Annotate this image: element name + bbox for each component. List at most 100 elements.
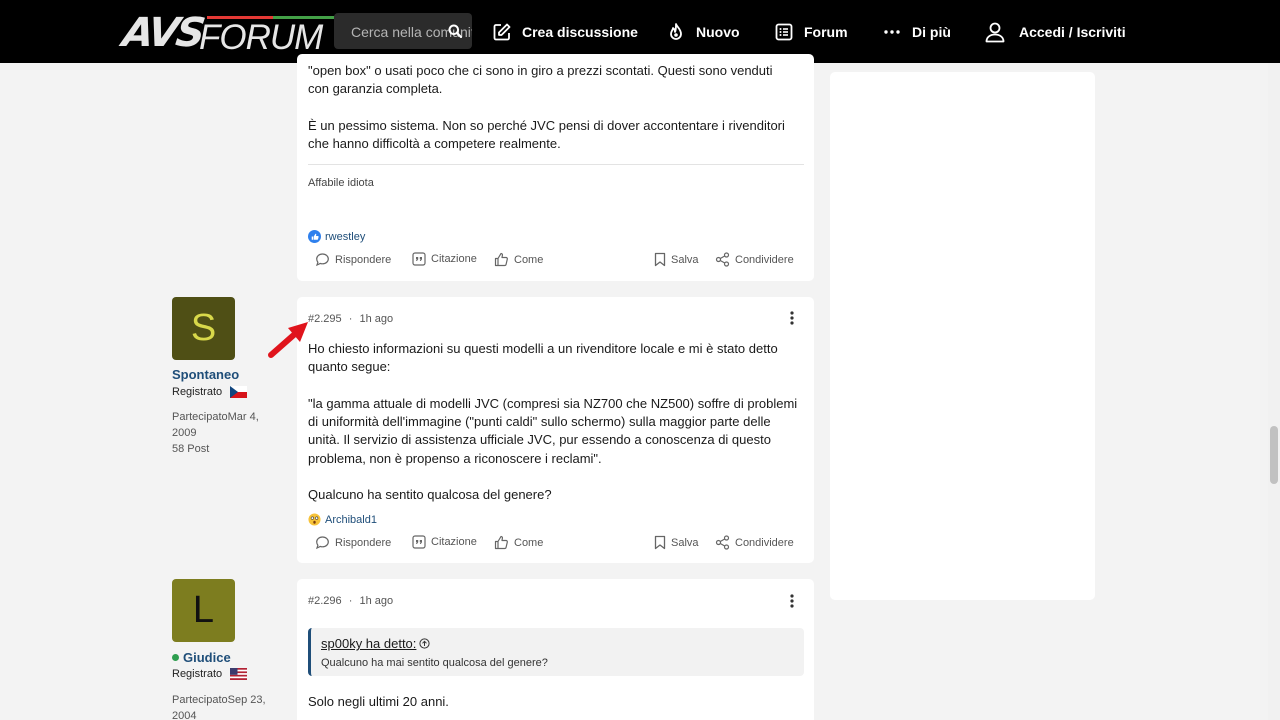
reply-button[interactable]: Rispondere xyxy=(315,252,391,267)
author-joined-info: PartecipatoMar 4, 2009 58 Post xyxy=(172,409,272,457)
reaction-user-link[interactable]: rwestley xyxy=(325,231,365,243)
post-number-link[interactable]: #2.295 xyxy=(308,313,342,325)
logo-avs-text: AVS xyxy=(119,10,206,56)
like-label: Come xyxy=(514,536,544,549)
quote-label: Citazione xyxy=(431,253,477,265)
share-icon xyxy=(715,252,730,267)
signature-divider xyxy=(308,164,804,165)
quote-block: sp00ky ha detto: Qualcuno ha mai sentito… xyxy=(308,628,804,676)
author-role-text: Registrato xyxy=(172,386,223,398)
author-role-text: Registrato xyxy=(172,668,223,680)
post-line: di uniformità dell'immagine ("punti cald… xyxy=(308,414,771,430)
nav-login-register[interactable]: Accedi / Iscriviti xyxy=(984,0,1126,63)
post-line: Qualcuno ha sentito qualcosa del genere? xyxy=(308,487,552,503)
speech-bubble-icon xyxy=(315,253,329,267)
reply-label: Rispondere xyxy=(335,253,392,266)
more-options-icon[interactable] xyxy=(784,310,800,326)
post-meta: #2.295 · 1h ago xyxy=(308,313,393,325)
quote-icon xyxy=(412,252,426,266)
author-name-text: Spontaneo xyxy=(172,367,240,382)
meta-separator: · xyxy=(348,313,353,325)
czech-flag-icon xyxy=(230,386,248,398)
meta-separator: · xyxy=(348,595,353,607)
logo-forum-text: FORUM xyxy=(199,18,323,57)
author-joined-info: PartecipatoSep 23, 2004 xyxy=(172,692,272,720)
like-label: Come xyxy=(514,253,544,266)
post-number-link[interactable]: #2.296 xyxy=(308,595,342,607)
like-button[interactable]: Come xyxy=(494,252,543,267)
post-timestamp: 1h ago xyxy=(359,313,394,325)
post-line: quanto segue: xyxy=(308,359,391,375)
nav-more[interactable]: Di più xyxy=(882,0,951,63)
avatar[interactable]: L xyxy=(172,579,235,642)
nav-new-label: Nuovo xyxy=(696,23,740,40)
save-label: Salva xyxy=(671,253,699,266)
save-label: Salva xyxy=(671,536,699,549)
quote-author-text: sp00ky ha detto: xyxy=(321,636,417,651)
avatar-initial: L xyxy=(192,589,215,631)
post-actions-2295: Rispondere Citazione Come Salva Condivid… xyxy=(308,535,804,555)
post-timestamp: 1h ago xyxy=(359,595,394,607)
like-button[interactable]: Come xyxy=(494,535,543,550)
nav-forum-label: Forum xyxy=(804,23,848,40)
bookmark-icon xyxy=(654,535,666,550)
post-line: "la gamma attuale di modelli JVC (compre… xyxy=(308,395,798,411)
user-icon xyxy=(985,22,1005,42)
more-dots-icon xyxy=(884,29,900,34)
post-count: 58 Post xyxy=(172,443,210,455)
share-button[interactable]: Condividere xyxy=(715,535,794,550)
thumbs-up-outline-icon xyxy=(494,535,508,550)
post-reactions[interactable]: Archibald1 xyxy=(308,513,377,526)
flame-icon xyxy=(670,22,682,40)
save-button[interactable]: Salva xyxy=(654,535,699,550)
post-line: È un pessimo sistema. Non so perché JVC … xyxy=(308,117,785,133)
more-options-icon[interactable] xyxy=(784,593,800,609)
save-button[interactable]: Salva xyxy=(654,252,699,267)
speech-bubble-icon xyxy=(315,536,329,550)
avatar[interactable]: S xyxy=(172,297,235,360)
red-arrow-annotation-icon xyxy=(268,322,308,358)
post-previous-body: "open box" o usati poco che ci sono in g… xyxy=(308,62,808,153)
quote-button[interactable]: Citazione xyxy=(412,252,477,266)
sidebar-ad-panel xyxy=(830,72,1095,600)
quote-button[interactable]: Citazione xyxy=(412,535,477,549)
avatar-initial: S xyxy=(190,307,217,349)
post-actions-previous: Rispondere Citazione Come Salva Condivid… xyxy=(308,252,804,272)
reply-label: Rispondere xyxy=(335,536,392,549)
search-icon[interactable] xyxy=(448,24,462,38)
search-input[interactable]: Cerca nella comunità xyxy=(334,13,472,49)
quote-label: Citazione xyxy=(431,536,477,548)
pencil-square-icon xyxy=(493,23,511,40)
author-name[interactable]: Spontaneo xyxy=(172,367,239,382)
author-name-text: Giudice xyxy=(183,650,231,665)
author-name[interactable]: Giudice xyxy=(172,650,231,665)
list-icon xyxy=(775,23,793,40)
scrollbar-thumb[interactable] xyxy=(1270,426,1278,484)
joined-date: PartecipatoMar 4, xyxy=(172,411,259,423)
nav-more-label: Di più xyxy=(912,23,951,40)
arrow-up-circle-icon xyxy=(419,638,431,649)
share-icon xyxy=(715,535,730,550)
share-button[interactable]: Condividere xyxy=(715,252,794,267)
thumbs-up-outline-icon xyxy=(494,252,508,267)
post-signature: Affabile idiota xyxy=(308,177,374,189)
joined-year: 2004 xyxy=(172,710,197,720)
reply-button[interactable]: Rispondere xyxy=(315,535,391,550)
bookmark-icon xyxy=(654,252,666,267)
author-role: Registrato xyxy=(172,668,248,680)
usa-flag-icon xyxy=(230,668,248,680)
reaction-user-link[interactable]: Archibald1 xyxy=(325,514,377,526)
post-2296-body: Solo negli ultimi 20 anni. xyxy=(308,694,449,709)
nav-login-label: Accedi / Iscriviti xyxy=(1019,23,1126,40)
nav-create-label: Crea discussione xyxy=(522,23,638,40)
post-line: unità. Il servizio di assistenza ufficia… xyxy=(308,432,771,448)
author-role: Registrato xyxy=(172,386,248,398)
page-scrollbar[interactable] xyxy=(1268,63,1280,720)
quote-text: Qualcuno ha mai sentito qualcosa del gen… xyxy=(321,657,548,669)
post-reactions[interactable]: rwestley xyxy=(308,230,365,243)
post-line: problema, non è propenso a riconoscere i… xyxy=(308,450,602,466)
thumbs-up-icon xyxy=(308,230,321,243)
post-line: Ho chiesto informazioni su questi modell… xyxy=(308,341,778,356)
avsforum-logo[interactable]: AVS FORUM xyxy=(120,10,339,57)
quote-author-link[interactable]: sp00ky ha detto: xyxy=(321,636,431,651)
